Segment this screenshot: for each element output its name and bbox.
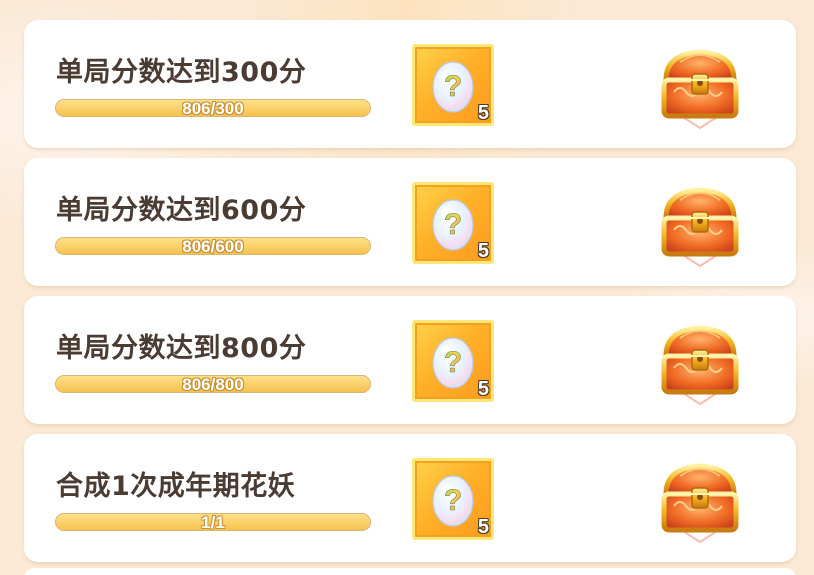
progress-text: 1/1	[201, 513, 225, 531]
svg-text:?: ?	[444, 208, 462, 241]
treasure-chest-icon[interactable]	[652, 178, 748, 270]
task-title: 单局分数达到800分	[56, 333, 307, 364]
treasure-chest-icon[interactable]	[652, 316, 748, 408]
task-card: 单局分数达到300分 806/300 ? 5	[24, 20, 796, 148]
progress-text: 806/600	[182, 237, 244, 255]
reward-item-slot[interactable]: ? 5	[412, 182, 494, 264]
task-title: 合成1次成年期花妖	[56, 471, 296, 502]
treasure-chest-icon[interactable]	[652, 40, 748, 132]
progress-text: 806/800	[182, 375, 244, 393]
reward-item-slot[interactable]: ? 5	[412, 458, 494, 540]
task-card-partial	[24, 568, 796, 575]
reward-count: 5	[477, 240, 489, 262]
svg-text:?: ?	[444, 346, 462, 379]
task-title: 单局分数达到300分	[56, 57, 307, 88]
task-card: 合成1次成年期花妖 1/1 ? 5	[24, 434, 796, 562]
reward-count: 5	[477, 102, 489, 124]
svg-text:?: ?	[444, 70, 462, 103]
svg-text:?: ?	[444, 484, 462, 517]
reward-item-slot[interactable]: ? 5	[412, 44, 494, 126]
reward-count: 5	[477, 378, 489, 400]
progress-bar: 806/300	[55, 99, 371, 117]
progress-bar: 806/800	[55, 375, 371, 393]
task-card: 单局分数达到800分 806/800 ? 5	[24, 296, 796, 424]
progress-bar: 806/600	[55, 237, 371, 255]
task-title: 单局分数达到600分	[56, 195, 307, 226]
task-card: 单局分数达到600分 806/600 ? 5	[24, 158, 796, 286]
progress-text: 806/300	[182, 99, 244, 117]
treasure-chest-icon[interactable]	[652, 454, 748, 546]
reward-item-slot[interactable]: ? 5	[412, 320, 494, 402]
progress-bar: 1/1	[55, 513, 371, 531]
reward-count: 5	[477, 516, 489, 538]
